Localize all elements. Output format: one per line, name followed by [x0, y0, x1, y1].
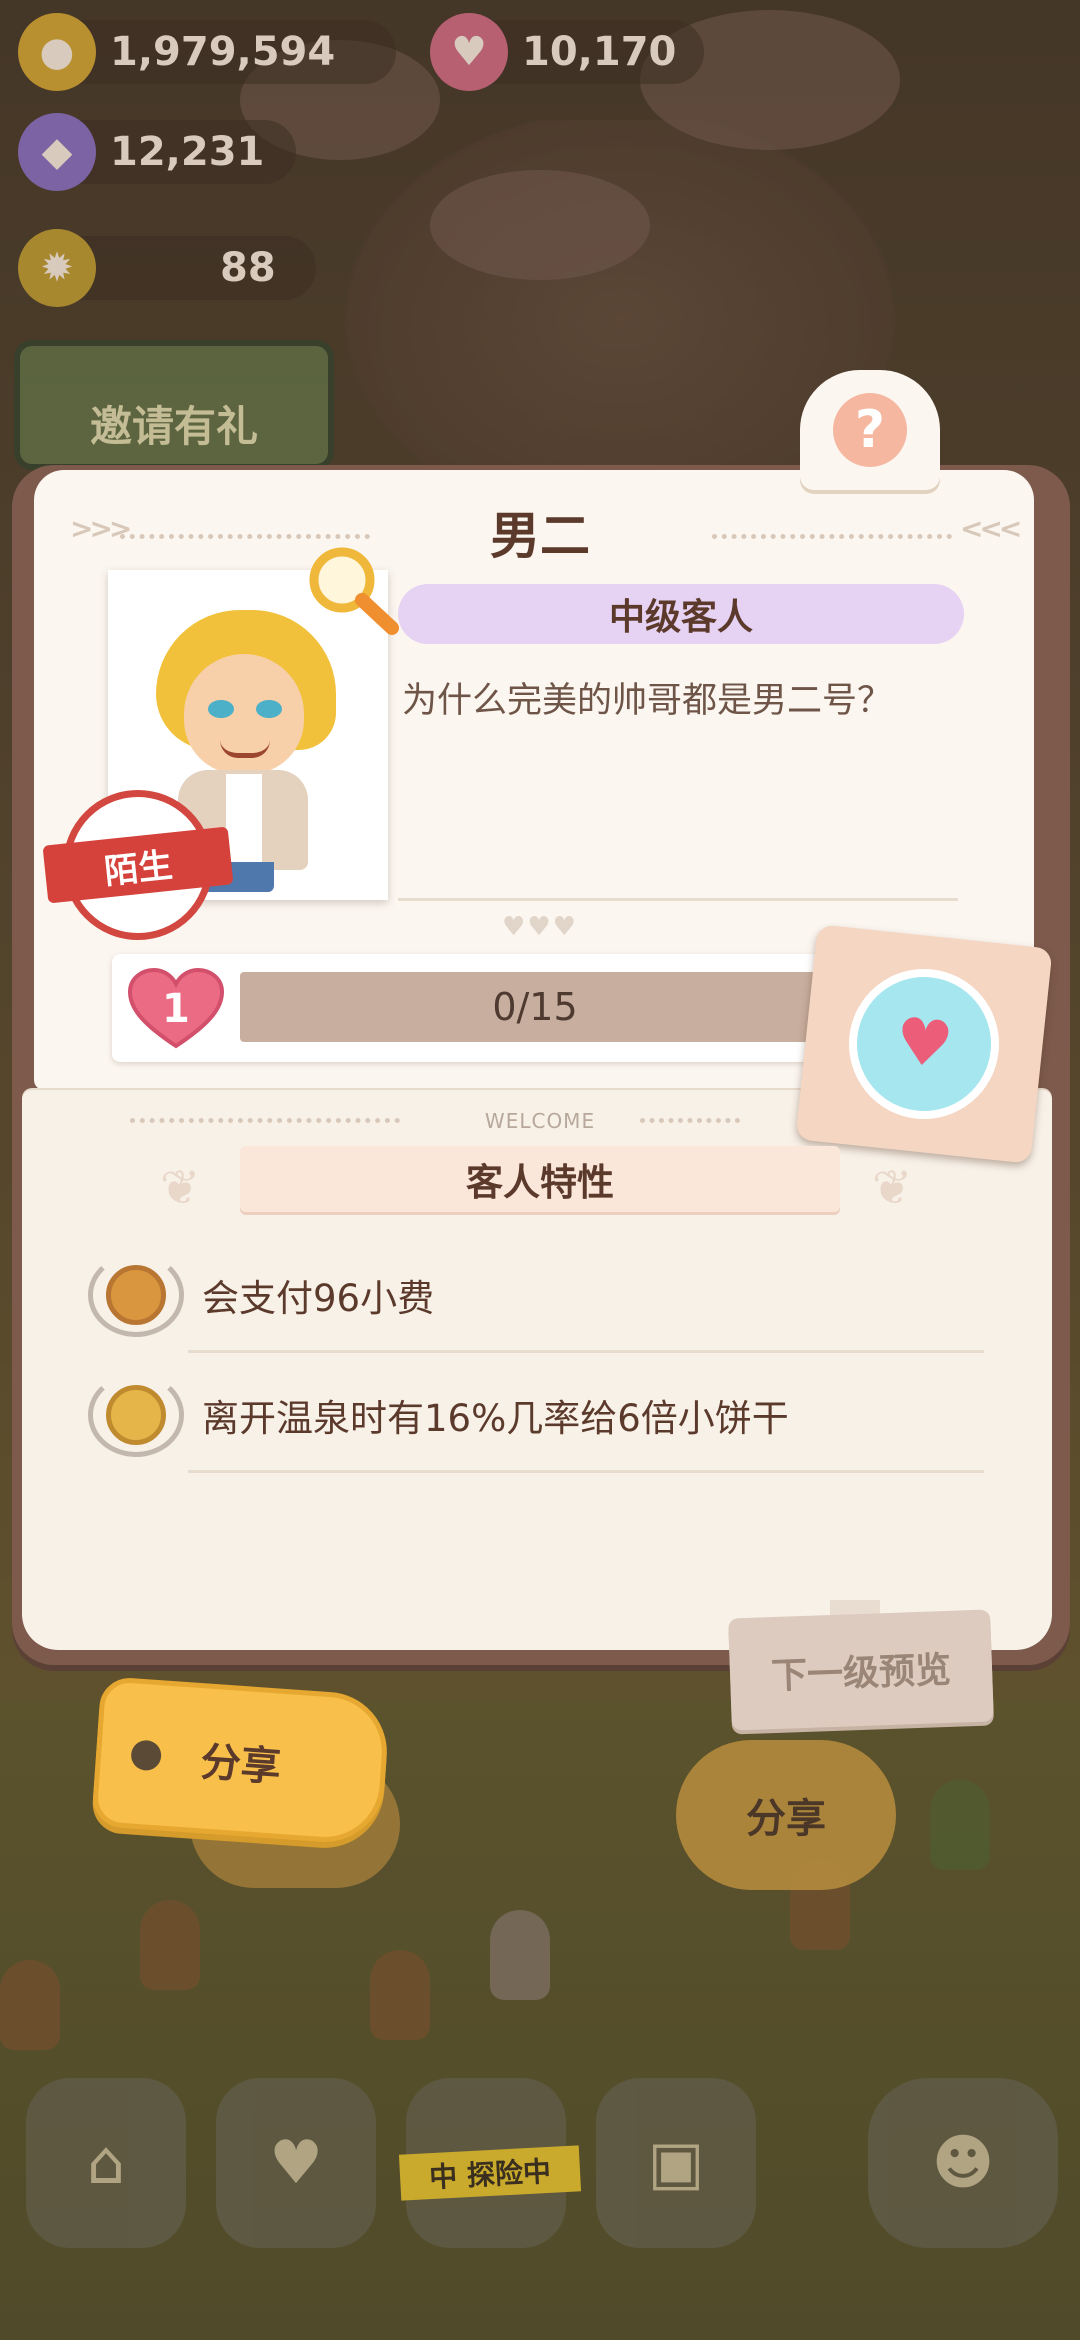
cake-icon: ♥ — [430, 13, 508, 91]
relationship-stamp: 陌生 — [42, 785, 234, 945]
divider-line — [188, 1470, 984, 1473]
customer-quote: 为什么完美的帅哥都是男二号？ — [402, 681, 893, 721]
dock-home-button[interactable]: ⌂ — [26, 2078, 186, 2248]
affection-progress-text: 0/15 — [492, 985, 578, 1029]
trait-item: 会支付96小费 — [88, 1250, 988, 1340]
heart-level-icon: 1 — [126, 968, 226, 1050]
fish-character-icon: ☻ — [931, 2128, 995, 2198]
dock-shop-button[interactable]: ▣ — [596, 2078, 756, 2248]
customer-rank: 中级客人 — [398, 584, 964, 644]
shopping-bag-icon: ▣ — [647, 2128, 705, 2198]
question-mark-icon: ? — [833, 393, 907, 467]
laurel-left-icon: ❦ — [160, 1160, 201, 1216]
share-button-secondary[interactable]: 分享 — [676, 1740, 896, 1890]
affection-card: 1 0/15 — [112, 954, 842, 1062]
help-tab[interactable]: ? — [800, 370, 940, 490]
customer-name: 男二 — [490, 507, 590, 565]
gem-count: 12,231 — [110, 129, 265, 175]
cookie-count: 1,979,594 — [110, 29, 336, 75]
hearts-divider-icon: ♥♥♥ — [502, 912, 578, 942]
trait-text: 会支付96小费 — [202, 1277, 435, 1320]
mushroom-house-icon: ⌂ — [86, 2128, 126, 2198]
cookie-counter[interactable]: ● 1,979,594 — [18, 13, 396, 91]
divider-dots — [640, 1118, 740, 1124]
heart-level-value: 1 — [162, 986, 190, 1032]
cookie-cup-icon — [88, 1373, 184, 1457]
divider-line — [398, 898, 958, 901]
share-secondary-label: 分享 — [746, 1796, 826, 1842]
share-button[interactable]: 分享 — [91, 1676, 391, 1846]
level-value: 88 — [220, 245, 276, 291]
trait-item: 离开温泉时有16%几率给6倍小饼干 — [88, 1370, 988, 1460]
trait-text: 离开温泉时有16%几率给6倍小饼干 — [202, 1397, 789, 1440]
divider-line — [188, 1350, 984, 1353]
dock-journal-button[interactable]: ♥ — [216, 2078, 376, 2248]
invite-label: 邀请有礼 — [89, 402, 258, 451]
sun-icon: ✹ — [18, 229, 96, 307]
dock-fish-button[interactable]: ☻ — [868, 2078, 1058, 2248]
share-label: 分享 — [199, 1739, 283, 1791]
gem-icon: ◆ — [18, 113, 96, 191]
character-eye — [256, 700, 282, 718]
level-counter[interactable]: ✹ 88 — [18, 229, 316, 307]
cookie-coin-icon — [88, 1253, 184, 1337]
traits-title: 客人特性 — [240, 1146, 840, 1212]
magnifier-icon — [309, 547, 399, 635]
character-eye — [208, 700, 234, 718]
laurel-right-icon: ❦ — [872, 1160, 913, 1216]
cake-counter[interactable]: ♥ 10,170 — [430, 13, 704, 91]
love-potion-icon: ♥ — [841, 961, 1007, 1127]
cake-count: 10,170 — [522, 29, 677, 75]
divider-dots — [130, 1118, 400, 1124]
affection-progress-bar: 0/15 — [240, 972, 830, 1042]
heart-notebook-icon: ♥ — [269, 2128, 323, 2198]
gem-counter[interactable]: ◆ 12,231 — [18, 113, 296, 191]
invite-banner[interactable]: 邀请有礼 — [14, 340, 334, 470]
cookie-icon: ● — [18, 13, 96, 91]
character-shirt — [226, 774, 262, 864]
next-level-preview-button[interactable]: 下一级预览 — [728, 1609, 994, 1731]
adventure-tape: 中 探险中 — [398, 2145, 582, 2201]
tag-hole — [130, 1739, 163, 1772]
